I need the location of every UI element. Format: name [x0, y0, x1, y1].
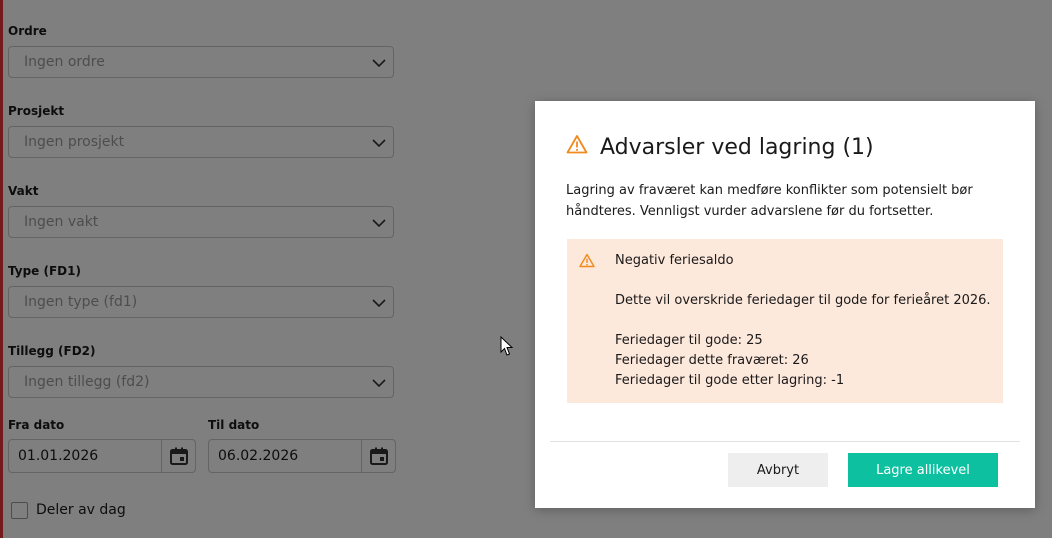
- dialog-title: Advarsler ved lagring (1): [600, 135, 874, 160]
- cancel-button[interactable]: Avbryt: [728, 453, 828, 487]
- warning-box: Negativ feriesaldo Dette vil overskride …: [567, 239, 1003, 403]
- warning-message: Dette vil overskride feriedager til gode…: [615, 293, 991, 308]
- warning-triangle-icon: [579, 253, 595, 268]
- dialog-description: Lagring av fraværet kan medføre konflikt…: [566, 183, 973, 219]
- save-warnings-dialog: Advarsler ved lagring (1) Lagring av fra…: [535, 101, 1035, 508]
- warning-triangle-icon: [566, 135, 588, 154]
- save-anyway-button[interactable]: Lagre allikevel: [848, 453, 998, 487]
- warning-detail: Feriedager dette fraværet: 26: [615, 353, 809, 368]
- warning-detail: Feriedager til gode: 25: [615, 333, 763, 348]
- warning-title: Negativ feriesaldo: [615, 253, 734, 268]
- warning-detail: Feriedager til gode etter lagring: -1: [615, 373, 845, 388]
- mouse-cursor-icon: [500, 336, 514, 356]
- dialog-divider: [550, 441, 1020, 442]
